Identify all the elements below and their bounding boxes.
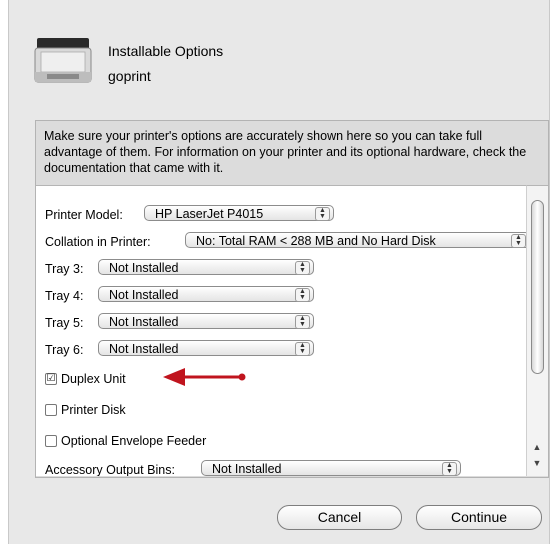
printer-name: goprint: [108, 68, 151, 84]
printer-icon: [34, 38, 92, 83]
tray4-popup[interactable]: Not Installed ▲ ▼: [98, 286, 314, 302]
duplex-checkbox[interactable]: ☑: [45, 373, 57, 385]
popup-arrows-icon: ▲ ▼: [442, 462, 457, 476]
continue-button[interactable]: Continue: [416, 505, 542, 530]
printer-model-popup[interactable]: HP LaserJet P4015 ▲ ▼: [144, 205, 334, 221]
printer-model-label: Printer Model:: [45, 208, 123, 222]
duplex-label: Duplex Unit: [61, 372, 126, 386]
tray6-label: Tray 6:: [45, 343, 84, 357]
dialog-title: Installable Options: [108, 43, 224, 59]
printer-model-value: HP LaserJet P4015: [155, 207, 264, 221]
popup-arrows-icon: ▲ ▼: [295, 261, 310, 275]
output-bins-label: Accessory Output Bins:: [45, 463, 175, 476]
popup-arrows-icon: ▲ ▼: [295, 288, 310, 302]
output-bins-popup[interactable]: Not Installed ▲ ▼: [201, 460, 461, 476]
scroll-down-arrow-icon[interactable]: ▼: [531, 456, 543, 470]
printer-disk-label: Printer Disk: [61, 403, 126, 417]
tray5-label: Tray 5:: [45, 316, 84, 330]
tray5-value: Not Installed: [109, 315, 179, 329]
tray4-label: Tray 4:: [45, 289, 84, 303]
tray5-popup[interactable]: Not Installed ▲ ▼: [98, 313, 314, 329]
scrollbar-thumb[interactable]: [531, 200, 544, 374]
envelope-feeder-checkbox[interactable]: [45, 435, 57, 447]
scroll-up-arrow-icon[interactable]: ▲: [531, 440, 543, 454]
printer-disk-checkbox[interactable]: [45, 404, 57, 416]
options-description: Make sure your printer's options are acc…: [44, 129, 527, 175]
popup-arrows-icon: ▲ ▼: [295, 342, 310, 356]
popup-arrows-icon: ▲ ▼: [295, 315, 310, 329]
options-panel: Make sure your printer's options are acc…: [35, 120, 549, 478]
red-arrow-icon: [163, 368, 246, 386]
collation-label: Collation in Printer:: [45, 235, 151, 249]
tray3-label: Tray 3:: [45, 262, 84, 276]
tray3-value: Not Installed: [109, 261, 179, 275]
tray4-value: Not Installed: [109, 288, 179, 302]
popup-arrows-icon: ▲ ▼: [315, 207, 330, 221]
dialog-sheet: Installable Options goprint Make sure yo…: [8, 0, 550, 544]
envelope-feeder-label: Optional Envelope Feeder: [61, 434, 207, 448]
options-list: Printer Model: HP LaserJet P4015 ▲ ▼ Coll…: [36, 185, 526, 476]
collation-value: No: Total RAM < 288 MB and No Hard Disk: [196, 234, 436, 248]
options-scrollbar[interactable]: ▲ ▼: [526, 185, 548, 476]
popup-arrows-icon: ▲ ▼: [511, 234, 526, 248]
collation-popup[interactable]: No: Total RAM < 288 MB and No Hard Disk …: [185, 232, 526, 248]
tray6-value: Not Installed: [109, 342, 179, 356]
tray6-popup[interactable]: Not Installed ▲ ▼: [98, 340, 314, 356]
cancel-button[interactable]: Cancel: [277, 505, 402, 530]
output-bins-value: Not Installed: [212, 462, 282, 476]
tray3-popup[interactable]: Not Installed ▲ ▼: [98, 259, 314, 275]
